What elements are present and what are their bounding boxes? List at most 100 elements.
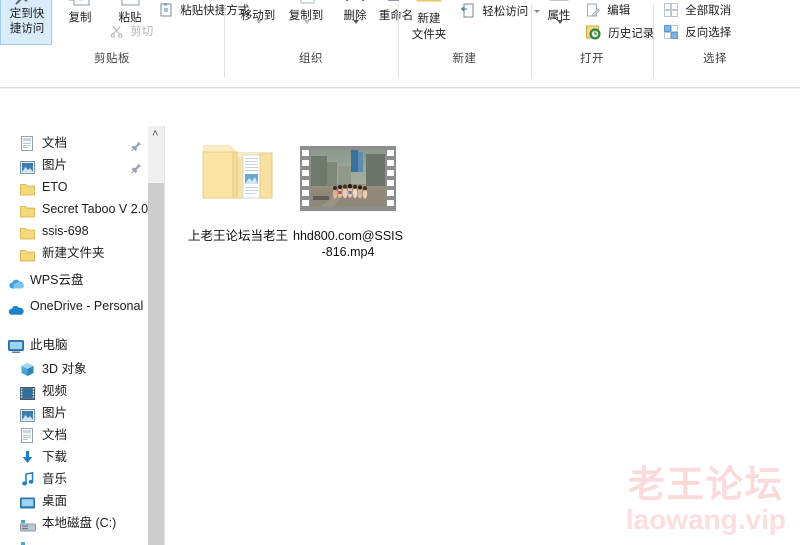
ribbon-group-new: 新建 文件夹 新建项目 轻松访问 新建 [399, 0, 541, 67]
delete-button[interactable]: 删除 [335, 0, 375, 24]
properties-chevron-icon[interactable] [557, 20, 563, 24]
paste-button[interactable]: 粘贴 [108, 0, 152, 25]
new-folder-icon [416, 0, 442, 2]
pin-label-line1: 定到快 [9, 8, 45, 20]
sidebar-item-pictures-quick[interactable]: 图片 [0, 154, 148, 176]
ribbon-group-clipboard: 定到快 捷访问 复制 粘贴 粘贴快捷方式 剪切 剪贴板 [0, 0, 249, 67]
pin-icon[interactable] [131, 137, 142, 152]
cloud-icon [8, 275, 25, 297]
history-icon [586, 25, 601, 44]
sidebar-item-wps-cloud[interactable]: WPS云盘 [0, 269, 148, 291]
easy-access-button[interactable]: 轻松访问 [460, 3, 541, 22]
scissors-icon [110, 24, 123, 42]
select-none-label: 全部取消 [685, 5, 732, 17]
folder-thumbnail [183, 132, 293, 228]
paste-shortcut-icon [160, 3, 173, 21]
address-bar: ← → ˅ ↑ 此电脑 › 1- (E:) › 三上悠亚 › SSIS-816 … [0, 89, 800, 208]
sidebar-item-eto[interactable]: ETO [0, 176, 148, 198]
sidebar-label: Secret Taboo V 2.05 [42, 202, 148, 216]
history-label: 历史记录 [608, 28, 655, 40]
copy-button[interactable]: 复制 [58, 0, 102, 25]
sidebar-item-3d-objects[interactable]: 3D 对象 [0, 358, 148, 380]
drive-icon [20, 539, 36, 545]
navigation-scrollbar[interactable]: ˄ [148, 126, 164, 545]
sidebar-label: 音乐 [42, 472, 68, 486]
copy-to-button[interactable]: 复制到 [283, 0, 329, 24]
sidebar-item-ssis-698[interactable]: ssis-698 [0, 220, 148, 242]
move-to-chevron-icon[interactable] [256, 20, 262, 24]
navigation-pane[interactable]: 文档 图片 ETO Secret Taboo V 2.05 ssis-698 新… [0, 126, 148, 545]
pin-icon [15, 0, 28, 5]
ribbon-group-organize: 移动到 复制到 删除 重命名 组织 [225, 0, 413, 67]
file-explorer-window: 定到快 捷访问 复制 粘贴 粘贴快捷方式 剪切 剪贴板 移动到 复制到 删除 重… [0, 0, 800, 545]
sidebar-item-music[interactable]: 音乐 [0, 468, 148, 490]
new-group-caption: 新建 [452, 53, 477, 65]
video-thumbnail [293, 132, 403, 228]
properties-icon [549, 0, 569, 1]
sidebar-label: 文档 [42, 428, 68, 442]
move-to-icon [243, 0, 273, 6]
cut-button: 剪切 [110, 24, 153, 42]
select-none-button[interactable]: 全部取消 [664, 3, 731, 21]
copy-icon [68, 0, 90, 6]
pin-to-quick-access-button[interactable]: 定到快 捷访问 [0, 0, 52, 45]
properties-button[interactable]: 属性 [538, 0, 580, 24]
sidebar-label: 文档 [42, 136, 68, 150]
sidebar-label: 此电脑 [30, 338, 68, 352]
open-group-caption: 打开 [580, 53, 604, 65]
sidebar-label: 视频 [42, 384, 68, 398]
copy-to-chevron-icon[interactable] [304, 20, 310, 24]
edit-label: 编辑 [607, 5, 631, 17]
sidebar-item-downloads[interactable]: 下载 [0, 446, 148, 468]
sidebar-label: ETO [42, 180, 68, 194]
invert-selection-label: 反向选择 [685, 27, 732, 39]
ribbon: 定到快 捷访问 复制 粘贴 粘贴快捷方式 剪切 剪贴板 移动到 复制到 删除 重… [0, 0, 800, 89]
pin-icon[interactable] [131, 159, 142, 174]
delete-chevron-icon[interactable] [353, 20, 359, 24]
scrollbar-up-button[interactable]: ˄ [148, 126, 164, 143]
edit-button[interactable]: 编辑 [586, 3, 630, 21]
history-button[interactable]: 历史记录 [586, 25, 654, 44]
item-name: 上老王论坛当老王 [187, 229, 288, 243]
sidebar-label: OneDrive - Personal [30, 299, 144, 313]
organize-group-caption: 组织 [299, 53, 323, 65]
sidebar-item-onedrive[interactable]: OneDrive - Personal [0, 295, 148, 317]
sidebar-label: 图片 [42, 158, 68, 172]
sidebar-item-partial[interactable] [0, 534, 148, 545]
video-preview-image [311, 150, 385, 207]
sidebar-item-desktop[interactable]: 桌面 [0, 490, 148, 512]
list-item[interactable]: hhd800.com@SSIS-816.mp4 [293, 132, 403, 260]
sidebar-label: 本地磁盘 (C:) [42, 516, 117, 530]
sidebar-item-secret-taboo[interactable]: Secret Taboo V 2.05 [0, 198, 148, 220]
onedrive-icon [8, 301, 25, 323]
new-folder-label-line2: 文件夹 [411, 29, 447, 41]
sidebar-item-pictures[interactable]: 图片 [0, 402, 148, 424]
list-item[interactable]: 上老王论坛当老王 [183, 132, 293, 244]
easy-access-icon [460, 3, 475, 22]
sidebar-item-local-disk-c[interactable]: 本地磁盘 (C:) [0, 512, 148, 534]
sidebar-item-documents-quick[interactable]: 文档 [0, 132, 148, 154]
film-strip-icon [300, 146, 396, 211]
pin-label-line2: 捷访问 [9, 23, 45, 35]
folder-icon [20, 247, 35, 269]
cut-label: 剪切 [130, 26, 154, 38]
new-folder-button[interactable]: 新建 文件夹 [403, 0, 455, 43]
sidebar-label: 下载 [42, 450, 68, 464]
select-group-caption: 选择 [703, 53, 727, 65]
item-name: hhd800.com@SSIS-816.mp4 [293, 229, 403, 259]
sidebar-label: 桌面 [42, 494, 68, 508]
move-to-button[interactable]: 移动到 [235, 0, 281, 24]
ribbon-group-select: 全部选择 全部取消 反向选择 选择 [654, 0, 776, 67]
items-view[interactable]: 上老王论坛当老王 hhd800.com@SSIS-816.mp4 [165, 126, 800, 545]
sidebar-item-this-pc[interactable]: 此电脑 [0, 334, 148, 356]
edit-icon [586, 3, 600, 21]
invert-selection-icon [664, 25, 678, 43]
new-folder-label-line1: 新建 [417, 13, 441, 25]
sidebar-label: 3D 对象 [42, 362, 87, 376]
sidebar-item-documents[interactable]: 文档 [0, 424, 148, 446]
copy-label: 复制 [68, 12, 92, 24]
sidebar-item-new-folder[interactable]: 新建文件夹 [0, 242, 148, 264]
scrollbar-thumb[interactable] [148, 183, 164, 545]
sidebar-item-videos[interactable]: 视频 [0, 380, 148, 402]
invert-selection-button[interactable]: 反向选择 [664, 25, 731, 43]
